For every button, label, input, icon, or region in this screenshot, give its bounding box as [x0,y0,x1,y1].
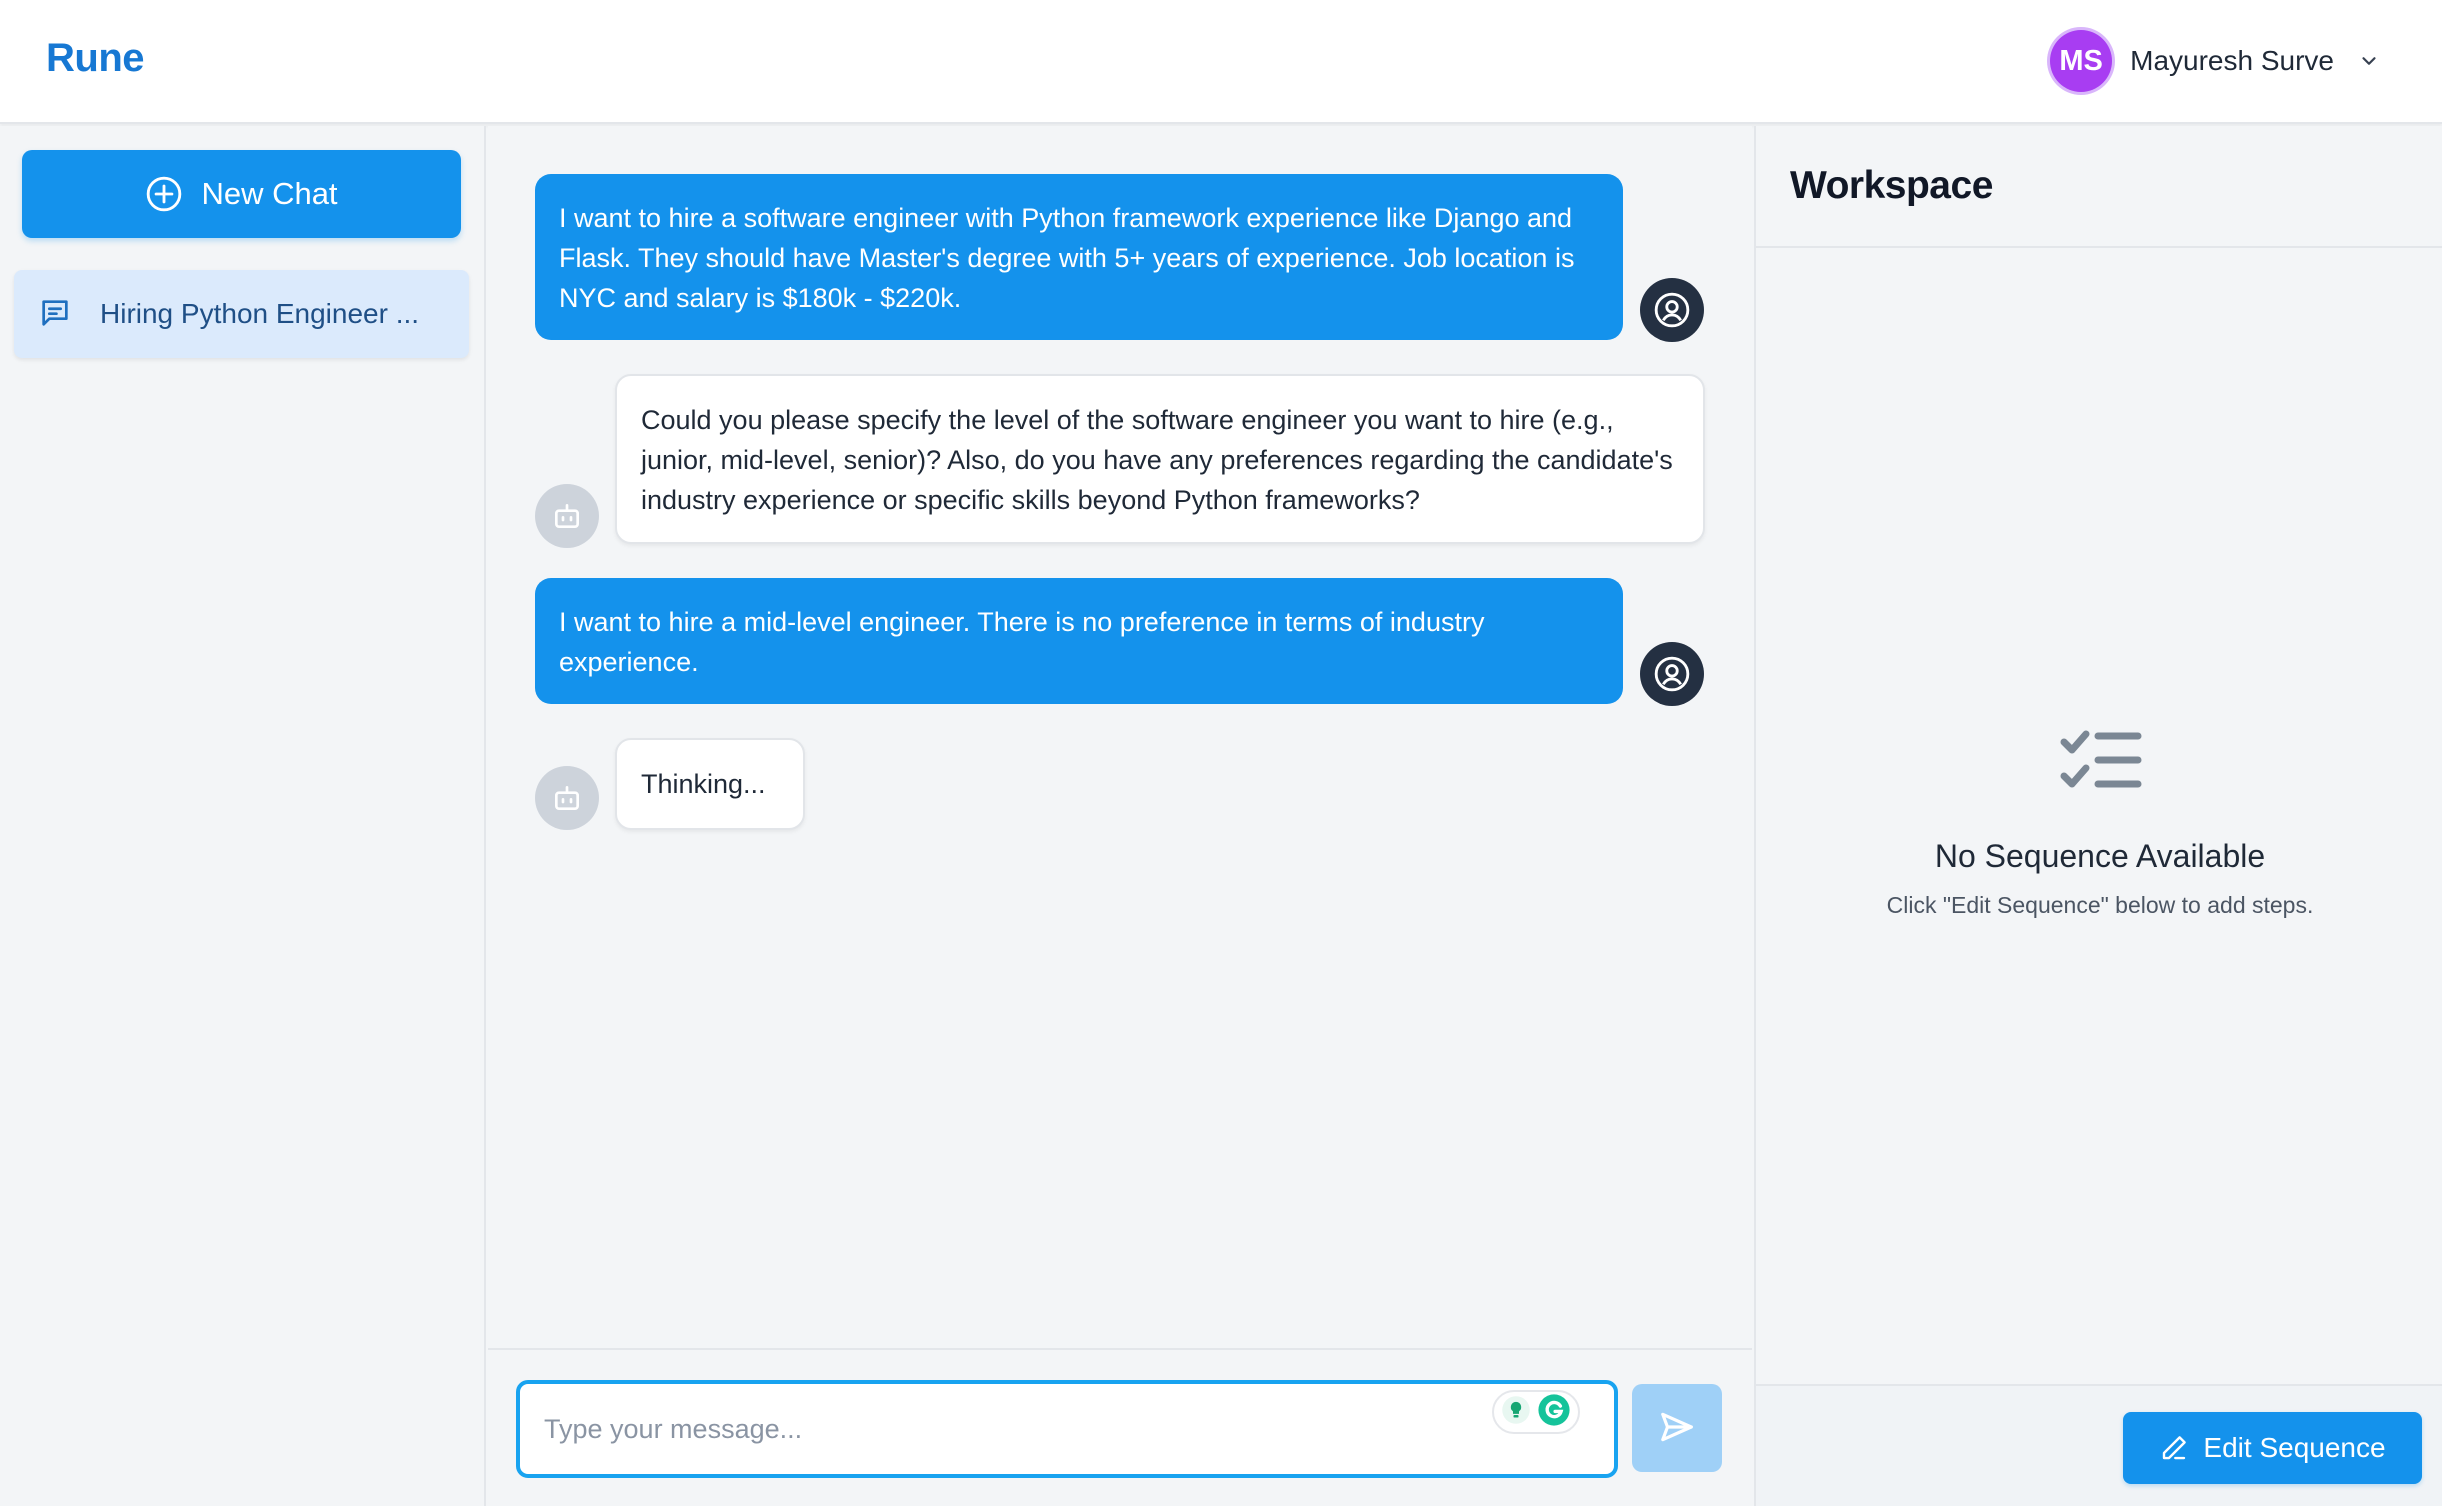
user-circle-icon [1640,278,1704,342]
user-name: Mayuresh Surve [2130,45,2334,76]
send-icon [1658,1408,1696,1449]
app-root: Rune MS Mayuresh Surve New Chat Hiring P… [0,0,2442,1506]
message-composer [488,1348,1752,1506]
plus-circle-icon [145,175,183,213]
empty-state-subtitle: Click "Edit Sequence" below to add steps… [1886,892,2314,918]
robot-icon [535,484,599,548]
sidebar-chat-label: Hiring Python Engineer ... [100,298,420,329]
top-header: Rune MS Mayuresh Surve [0,0,2442,124]
extension-icons[interactable] [1492,1390,1580,1434]
grammarly-icon[interactable] [1537,1393,1571,1432]
brand-logo[interactable]: Rune [46,36,145,81]
user-message: I want to hire a mid-level engineer. The… [535,578,1623,704]
checklist-icon [2058,726,2144,796]
robot-icon [535,766,599,830]
sidebar: New Chat Hiring Python Engineer ... [0,126,486,1506]
message-input-box[interactable] [516,1380,1618,1478]
chevron-down-icon [2356,48,2382,74]
chat-panel: I want to hire a software engineer with … [488,126,1752,1506]
message-square-icon [38,296,74,332]
user-message: I want to hire a software engineer with … [535,174,1623,340]
user-circle-icon [1640,642,1704,706]
send-button[interactable] [1632,1384,1722,1472]
thinking-indicator: Thinking... [615,738,805,830]
workspace-panel: Workspace No Sequence Available Click "E… [1754,126,2442,1506]
lightbulb-icon[interactable] [1501,1395,1531,1430]
new-chat-button[interactable]: New Chat [22,150,461,238]
avatar: MS [2050,30,2113,92]
user-menu[interactable]: MS Mayuresh Surve [2050,28,2382,94]
sidebar-chat-item[interactable]: Hiring Python Engineer ... [14,270,469,358]
divider [1756,246,2442,248]
edit-sequence-label: Edit Sequence [2203,1432,2386,1463]
workspace-title: Workspace [1790,164,1993,207]
pencil-icon [2159,1433,2189,1463]
new-chat-label: New Chat [201,176,338,211]
message-input[interactable] [544,1406,1464,1452]
empty-state-title: No Sequence Available [1934,838,2266,874]
edit-sequence-button[interactable]: Edit Sequence [2123,1412,2422,1484]
assistant-message: Could you please specify the level of th… [615,374,1705,544]
